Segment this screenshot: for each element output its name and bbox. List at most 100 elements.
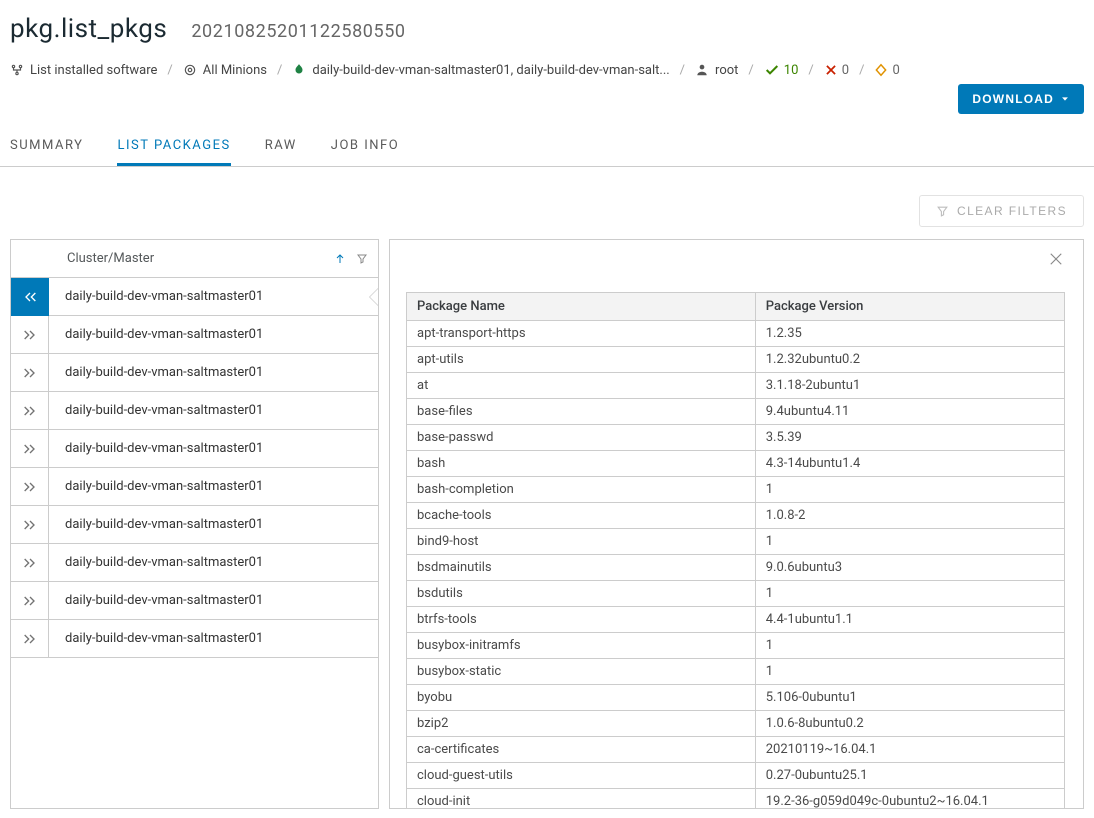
table-row: ca-certificates20210119~16.04.1 [407, 737, 1065, 763]
table-row: bash4.3-14ubuntu1.4 [407, 451, 1065, 477]
cluster-row[interactable]: daily-build-dev-vman-saltmaster01 [11, 582, 378, 620]
collapse-icon[interactable] [11, 278, 49, 316]
status-fail: 0 [824, 63, 849, 78]
expand-icon[interactable] [11, 620, 49, 658]
download-button[interactable]: DOWNLOAD [958, 84, 1084, 114]
package-name: apt-transport-https [407, 321, 756, 347]
package-name: ca-certificates [407, 737, 756, 763]
table-row: busybox-static1 [407, 659, 1065, 685]
table-row: bsdutils1 [407, 581, 1065, 607]
table-row: bzip21.0.6-8ubuntu0.2 [407, 711, 1065, 737]
package-name: bsdutils [407, 581, 756, 607]
expand-icon[interactable] [11, 392, 49, 430]
cluster-row[interactable]: daily-build-dev-vman-saltmaster01 [11, 544, 378, 582]
packages-table: Package Name Package Version apt-transpo… [406, 292, 1065, 808]
breadcrumb-item-minions[interactable]: daily-build-dev-vman-saltmaster01, daily… [292, 63, 669, 78]
clear-filters-label: CLEAR FILTERS [957, 204, 1067, 218]
expand-icon[interactable] [11, 354, 49, 392]
package-version: 3.5.39 [755, 425, 1064, 451]
cluster-row[interactable]: daily-build-dev-vman-saltmaster01 [11, 468, 378, 506]
tab-summary[interactable]: SUMMARY [10, 128, 83, 166]
cluster-row[interactable]: daily-build-dev-vman-saltmaster01 [11, 278, 378, 316]
expand-icon[interactable] [11, 468, 49, 506]
cluster-label: daily-build-dev-vman-saltmaster01 [49, 479, 263, 494]
table-row: at3.1.18-2ubuntu1 [407, 373, 1065, 399]
package-version: 4.4-1ubuntu1.1 [755, 607, 1064, 633]
status-other: 0 [874, 63, 899, 78]
close-icon[interactable] [1047, 250, 1065, 268]
breadcrumb-label: List installed software [30, 63, 157, 78]
cluster-label: daily-build-dev-vman-saltmaster01 [49, 631, 263, 646]
cluster-label: daily-build-dev-vman-saltmaster01 [49, 555, 263, 570]
col-header-package-version[interactable]: Package Version [755, 293, 1064, 321]
package-version: 0.27-0ubuntu25.1 [755, 763, 1064, 789]
cluster-label: daily-build-dev-vman-saltmaster01 [49, 327, 263, 342]
table-row: base-files9.4ubuntu4.11 [407, 399, 1065, 425]
target-icon [183, 63, 197, 77]
package-version: 1 [755, 633, 1064, 659]
table-row: apt-transport-https1.2.35 [407, 321, 1065, 347]
cluster-header-label: Cluster/Master [21, 251, 154, 266]
breadcrumb-label: All Minions [203, 63, 267, 78]
package-version: 4.3-14ubuntu1.4 [755, 451, 1064, 477]
expand-icon[interactable] [11, 430, 49, 468]
package-version: 1 [755, 659, 1064, 685]
package-name: base-files [407, 399, 756, 425]
package-version: 9.0.6ubuntu3 [755, 555, 1064, 581]
cluster-list-panel: Cluster/Master daily-build-dev-vman-salt… [10, 239, 379, 809]
cluster-row[interactable]: daily-build-dev-vman-saltmaster01 [11, 620, 378, 658]
cluster-label: daily-build-dev-vman-saltmaster01 [49, 593, 263, 608]
tab-raw[interactable]: RAW [265, 128, 297, 166]
clear-filters-button[interactable]: CLEAR FILTERS [919, 195, 1084, 227]
package-name: cloud-guest-utils [407, 763, 756, 789]
breadcrumb-item-all-minions[interactable]: All Minions [183, 63, 267, 78]
package-name: bash [407, 451, 756, 477]
cluster-label: daily-build-dev-vman-saltmaster01 [49, 517, 263, 532]
package-name: btrfs-tools [407, 607, 756, 633]
package-version: 1 [755, 477, 1064, 503]
table-row: cloud-init19.2-36-g059d049c-0ubuntu2~16.… [407, 789, 1065, 809]
cluster-row[interactable]: daily-build-dev-vman-saltmaster01 [11, 430, 378, 468]
job-id: 20210825201122580550 [191, 21, 405, 42]
filter-icon[interactable] [356, 253, 368, 265]
package-name: at [407, 373, 756, 399]
cluster-row[interactable]: daily-build-dev-vman-saltmaster01 [11, 506, 378, 544]
expand-icon[interactable] [11, 544, 49, 582]
download-button-label: DOWNLOAD [972, 92, 1054, 106]
cluster-row[interactable]: daily-build-dev-vman-saltmaster01 [11, 392, 378, 430]
cluster-row[interactable]: daily-build-dev-vman-saltmaster01 [11, 316, 378, 354]
tab-list-packages[interactable]: LIST PACKAGES [117, 128, 230, 166]
tab-job-info[interactable]: JOB INFO [331, 128, 399, 166]
package-version: 3.1.18-2ubuntu1 [755, 373, 1064, 399]
breadcrumb-label: root [715, 63, 738, 78]
package-name: bcache-tools [407, 503, 756, 529]
package-name: busybox-static [407, 659, 756, 685]
breadcrumb-label: daily-build-dev-vman-saltmaster01, daily… [312, 63, 669, 78]
status-other-count: 0 [892, 63, 899, 78]
table-row: byobu5.106-0ubuntu1 [407, 685, 1065, 711]
expand-icon[interactable] [11, 506, 49, 544]
breadcrumb-item-user[interactable]: root [695, 63, 738, 78]
package-version: 1.0.6-8ubuntu0.2 [755, 711, 1064, 737]
expand-icon[interactable] [11, 582, 49, 620]
cluster-label: daily-build-dev-vman-saltmaster01 [49, 289, 263, 304]
page-title: pkg.list_pkgs [10, 14, 167, 44]
package-version: 1.2.32ubuntu0.2 [755, 347, 1064, 373]
breadcrumb: List installed software / All Minions / … [10, 62, 1084, 78]
cluster-row[interactable]: daily-build-dev-vman-saltmaster01 [11, 354, 378, 392]
cluster-label: daily-build-dev-vman-saltmaster01 [49, 441, 263, 456]
chevron-down-icon [1060, 94, 1070, 104]
expand-icon[interactable] [11, 316, 49, 354]
package-version: 1 [755, 581, 1064, 607]
tabs: SUMMARY LIST PACKAGES RAW JOB INFO [0, 128, 1094, 167]
minion-icon [292, 63, 306, 77]
table-row: cloud-guest-utils0.27-0ubuntu25.1 [407, 763, 1065, 789]
col-header-package-name[interactable]: Package Name [407, 293, 756, 321]
breadcrumb-item-list-software[interactable]: List installed software [10, 63, 157, 78]
sort-icon[interactable] [334, 253, 346, 265]
cluster-label: daily-build-dev-vman-saltmaster01 [49, 403, 263, 418]
status-success: 10 [764, 62, 799, 78]
package-table-panel: Package Name Package Version apt-transpo… [389, 239, 1084, 809]
table-row: bash-completion1 [407, 477, 1065, 503]
package-name: bash-completion [407, 477, 756, 503]
